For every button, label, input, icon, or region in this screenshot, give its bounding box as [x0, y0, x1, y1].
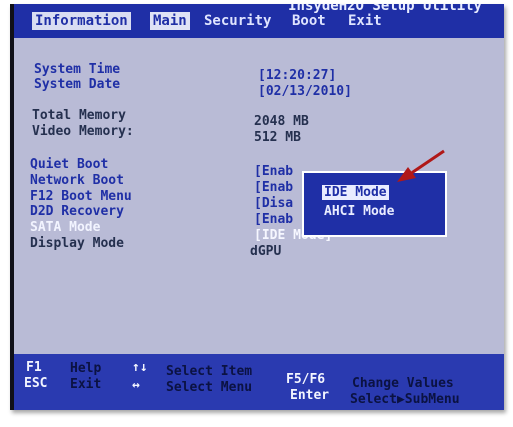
key-f5-f6: F5/F6 [286, 372, 326, 387]
bios-screen: InsydeH2O Setup Utility Information Main… [10, 4, 504, 410]
change-values-desc: Change Values [352, 376, 454, 391]
annotation-arrow [397, 149, 445, 182]
select-submenu-desc: Select▶SubMenu [350, 392, 460, 407]
select-menu-desc: Select Menu [166, 380, 253, 395]
key-esc: ESC [24, 376, 48, 391]
select-item-desc: Select Item [166, 364, 253, 379]
key-up-down-arrows: ↑↓ [132, 360, 148, 375]
key-left-right-arrows: ↔ [132, 378, 140, 393]
key-legend-bar: F1 Help ESC Exit ↑↓ Select Item ↔ Select… [14, 354, 504, 410]
help-desc: Help [70, 361, 102, 376]
key-enter: Enter [290, 388, 330, 403]
arrow-shaft [409, 149, 445, 176]
key-f1: F1 [26, 360, 42, 375]
exit-desc: Exit [70, 377, 102, 392]
arrow-head [397, 167, 416, 182]
